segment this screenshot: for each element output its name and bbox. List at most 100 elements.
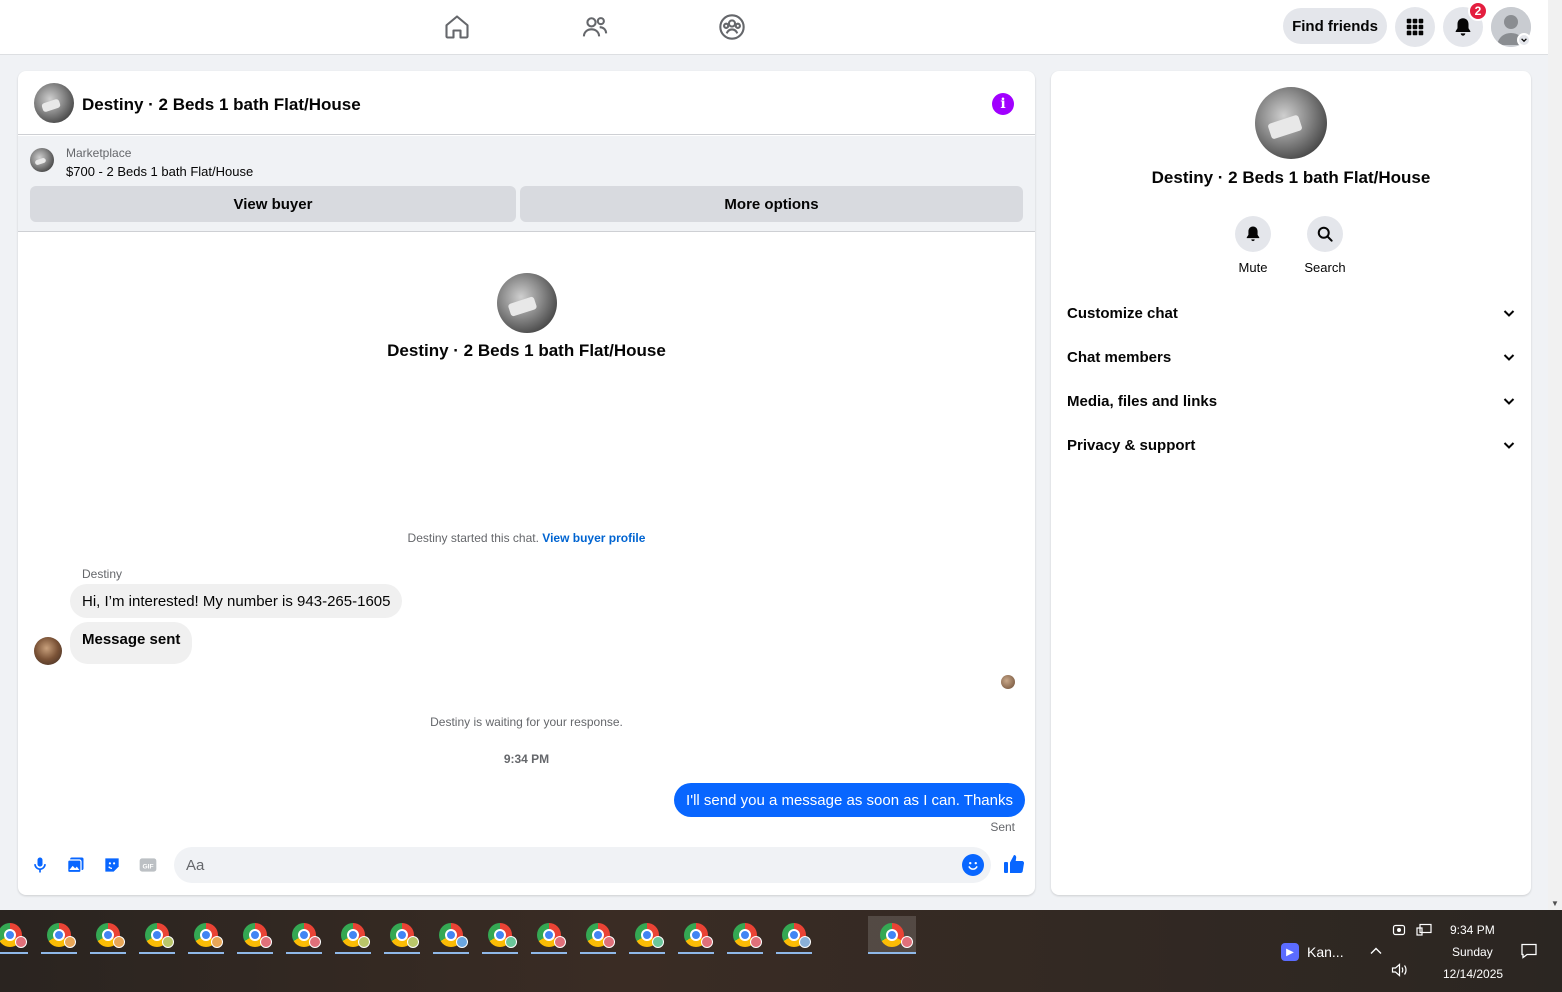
account-chevron-down-icon[interactable] (1517, 33, 1531, 47)
incoming-message[interactable]: Message sent (70, 622, 193, 664)
open-window-indicator (629, 952, 665, 954)
taskbar-chrome-window[interactable] (235, 916, 275, 954)
taskbar-chrome-window[interactable] (0, 916, 30, 954)
more-options-button[interactable]: More options (520, 186, 1023, 222)
svg-text:GIF: GIF (142, 863, 153, 870)
message-input[interactable] (174, 847, 991, 883)
open-window-indicator (727, 952, 763, 954)
taskbar-chrome-window[interactable] (529, 916, 569, 954)
chat-panel: Destiny · 2 Beds 1 bath Flat/House i Mar… (18, 71, 1035, 895)
sender-avatar[interactable] (34, 637, 62, 665)
mute-label: Mute (1238, 260, 1268, 275)
clock-day[interactable]: Sunday (1452, 945, 1493, 959)
waiting-notice: Destiny is waiting for your response. (430, 715, 623, 729)
bell-icon[interactable] (1235, 216, 1271, 252)
groups-icon[interactable] (718, 13, 746, 41)
menu-grid-icon[interactable] (1395, 7, 1435, 47)
search-icon[interactable] (1307, 216, 1343, 252)
network-icon[interactable] (1416, 923, 1432, 937)
find-friends-button[interactable]: Find friends (1283, 8, 1387, 44)
chat-members-section[interactable]: Chat members (1067, 345, 1517, 369)
message-timestamp: 9:34 PM (503, 752, 550, 766)
profile-avatar-icon (603, 936, 615, 948)
info-panel-avatar[interactable] (1255, 87, 1327, 159)
open-window-indicator (139, 952, 175, 954)
taskbar-chrome-window[interactable] (676, 916, 716, 954)
notification-center-icon[interactable] (1520, 942, 1538, 960)
view-buyer-profile-link[interactable]: View buyer profile (542, 531, 645, 545)
section-label: Media, files and links (1067, 392, 1218, 410)
taskbar-chrome-window[interactable] (186, 916, 226, 954)
page-scrollbar[interactable] (1548, 0, 1562, 910)
customize-chat-section[interactable]: Customize chat (1067, 301, 1517, 325)
taskbar-chrome-window[interactable] (284, 916, 324, 954)
scroll-down-arrow-icon[interactable]: ▼ (1548, 896, 1562, 910)
taskbar-chrome-window[interactable] (868, 916, 916, 954)
taskbar-chrome-window[interactable] (333, 916, 373, 954)
microphone-icon[interactable] (29, 854, 51, 876)
meet-now-icon[interactable] (1392, 923, 1406, 937)
chat-started-text: Destiny started this chat. (407, 531, 539, 545)
open-window-indicator (335, 952, 371, 954)
thumbs-up-icon[interactable] (1002, 852, 1026, 876)
taskbar-chrome-window[interactable] (480, 916, 520, 954)
taskbar-chrome-window[interactable] (137, 916, 177, 954)
chevron-down-icon (1501, 349, 1517, 365)
open-window-indicator (286, 952, 322, 954)
search-label: Search (1304, 260, 1346, 275)
chat-header: Destiny · 2 Beds 1 bath Flat/House i (18, 71, 1035, 135)
friends-icon[interactable] (581, 13, 609, 41)
profile-avatar-icon (162, 936, 174, 948)
privacy-support-section[interactable]: Privacy & support (1067, 433, 1517, 457)
search-action[interactable]: Search (1285, 216, 1365, 275)
incoming-message[interactable]: Hi, I’m interested! My number is 943-265… (70, 584, 403, 618)
open-window-indicator (776, 952, 812, 954)
profile-avatar-icon (15, 936, 27, 948)
taskbar-chrome-window[interactable] (382, 916, 422, 954)
taskbar-chrome-window[interactable] (627, 916, 667, 954)
sticker-icon[interactable] (101, 854, 123, 876)
taskbar-app-label: Kan... (1307, 944, 1344, 960)
photo-icon[interactable] (65, 854, 87, 876)
clock-time[interactable]: 9:34 PM (1450, 923, 1495, 937)
chat-title[interactable]: Destiny · 2 Beds 1 bath Flat/House (82, 95, 361, 115)
show-hidden-icons-chevron-up-icon[interactable] (1369, 944, 1383, 958)
chevron-down-icon (1501, 393, 1517, 409)
open-window-indicator (41, 952, 77, 954)
view-buyer-button[interactable]: View buyer (30, 186, 516, 222)
conversation-avatar (497, 273, 557, 333)
listing-thumbnail[interactable] (30, 148, 54, 172)
thread-avatar[interactable] (34, 83, 74, 123)
chevron-down-icon (1501, 305, 1517, 321)
outgoing-message[interactable]: I'll send you a message as soon as I can… (674, 783, 1025, 817)
profile-avatar-icon (750, 936, 762, 948)
home-icon[interactable] (443, 13, 471, 41)
media-files-links-section[interactable]: Media, files and links (1067, 389, 1517, 413)
taskbar-chrome-window[interactable] (88, 916, 128, 954)
profile-avatar-icon (407, 936, 419, 948)
emoji-icon[interactable] (962, 854, 984, 876)
listing-title[interactable]: $700 - 2 Beds 1 bath Flat/House (66, 164, 253, 179)
open-window-indicator (868, 952, 916, 954)
taskbar-chrome-window[interactable] (774, 916, 814, 954)
open-window-indicator (90, 952, 126, 954)
info-panel-name[interactable]: Destiny · 2 Beds 1 bath Flat/House (1051, 168, 1531, 188)
info-icon[interactable]: i (992, 93, 1014, 115)
sender-name: Destiny (82, 567, 123, 581)
profile-avatar-icon (901, 936, 913, 948)
clock-date[interactable]: 12/14/2025 (1443, 967, 1503, 981)
volume-icon[interactable] (1391, 963, 1409, 977)
windows-taskbar: ▶ Kan... 9:34 PM Sunday 12/14/2025 (0, 910, 1562, 992)
profile-avatar-icon (358, 936, 370, 948)
gif-icon[interactable]: GIF (137, 854, 159, 876)
open-window-indicator (188, 952, 224, 954)
mute-action[interactable]: Mute (1213, 216, 1293, 275)
taskbar-chrome-window[interactable] (431, 916, 471, 954)
taskbar-chrome-window[interactable] (578, 916, 618, 954)
section-label: Customize chat (1067, 304, 1178, 322)
taskbar-app-zoom[interactable]: ▶ Kan... (1281, 943, 1344, 961)
section-label: Privacy & support (1067, 436, 1196, 454)
conversation-info-panel: Destiny · 2 Beds 1 bath Flat/House Mute … (1051, 71, 1531, 895)
taskbar-chrome-window[interactable] (39, 916, 79, 954)
taskbar-chrome-window[interactable] (725, 916, 765, 954)
